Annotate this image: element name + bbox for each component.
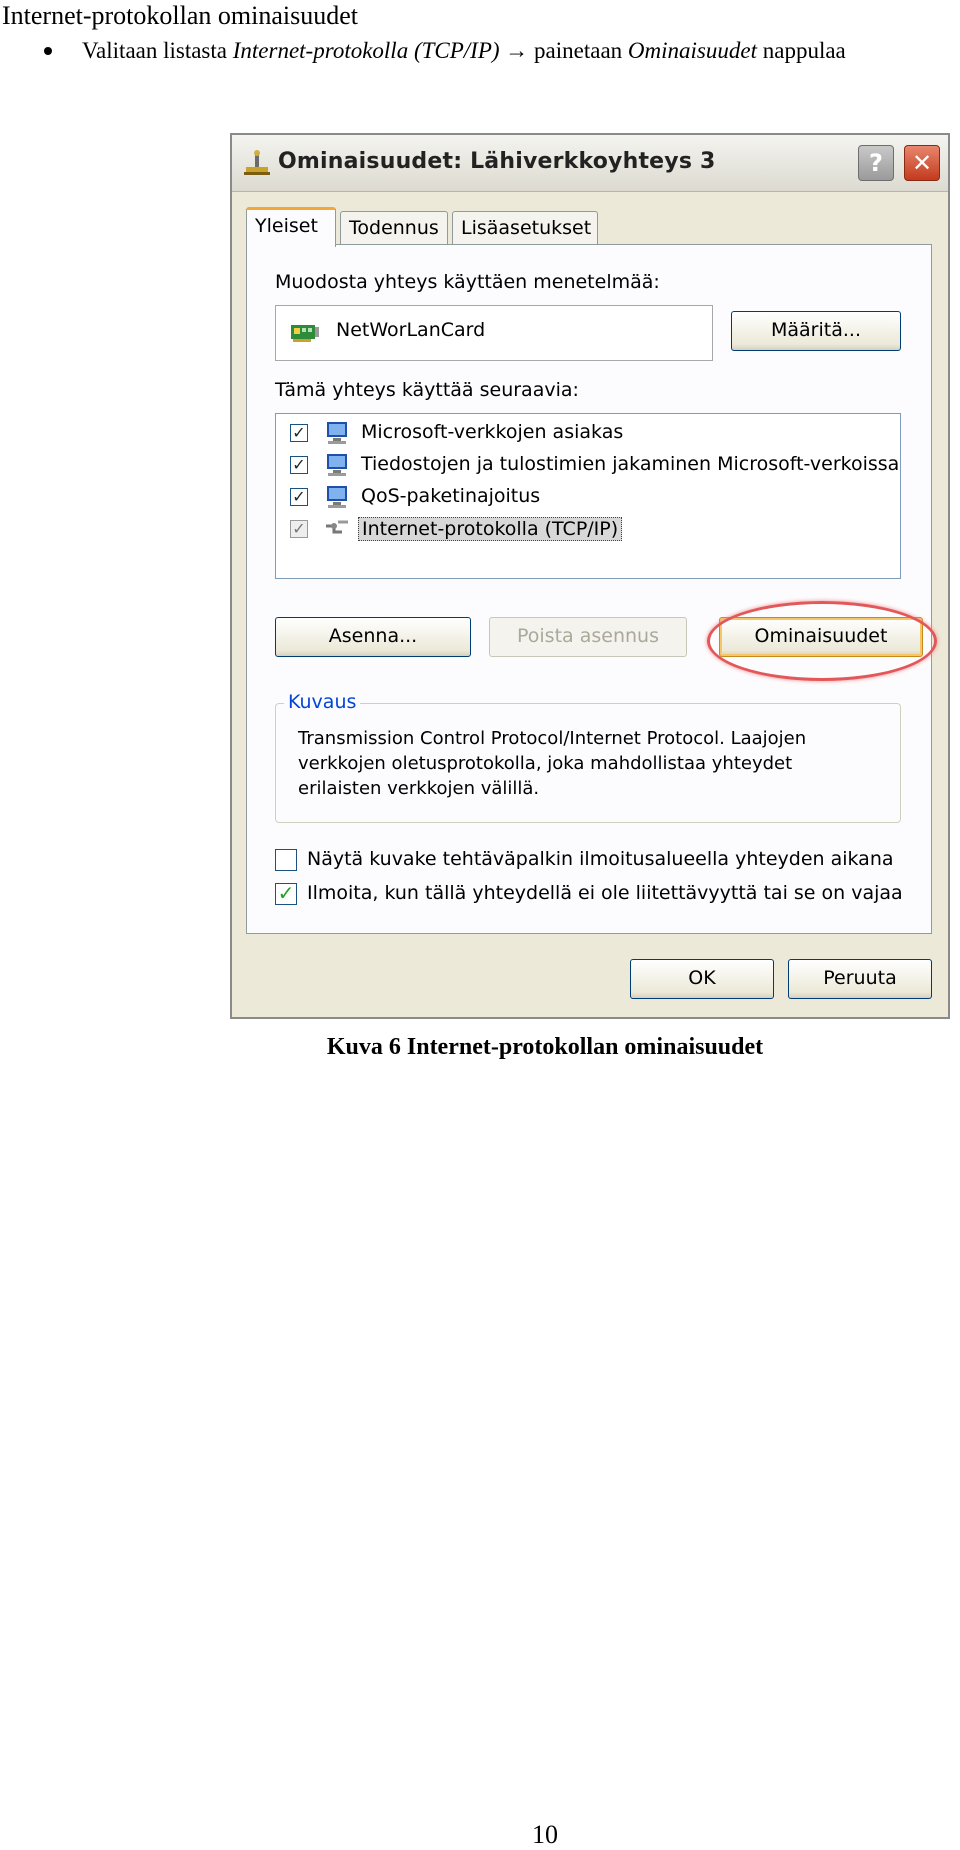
uninstall-button[interactable]: Poista asennus	[489, 617, 687, 657]
dialog-titlebar[interactable]: Ominaisuudet: Lähiverkkoyhteys 3 ? ✕	[232, 135, 948, 192]
ok-button[interactable]: OK	[630, 959, 774, 999]
network-connection-icon	[244, 150, 270, 175]
component-checkbox[interactable]: ✓	[290, 488, 308, 506]
description-text: Transmission Control Protocol/Internet P…	[298, 728, 807, 799]
dialog-title: Ominaisuudet: Lähiverkkoyhteys 3	[278, 149, 716, 174]
notify-option[interactable]: ✓ Ilmoita, kun tällä yhteydellä ei ole l…	[275, 879, 915, 909]
component-checkbox[interactable]: ✓	[290, 520, 308, 538]
cancel-button[interactable]: Peruuta	[788, 959, 932, 999]
instruction-text-2: painetaan	[528, 38, 628, 63]
component-checkbox[interactable]: ✓	[290, 456, 308, 474]
arrow-icon: →	[505, 38, 529, 63]
description-legend: Kuvaus	[284, 691, 361, 713]
connection-properties-dialog: Ominaisuudet: Lähiverkkoyhteys 3 ? ✕ Yle…	[230, 133, 950, 1019]
list-item[interactable]: ✓ Microsoft-verkkojen asiakas	[290, 418, 890, 448]
highlight-ring	[707, 601, 937, 681]
description-group: Kuvaus Transmission Control Protocol/Int…	[275, 691, 901, 823]
component-label: Microsoft-verkkojen asiakas	[361, 421, 624, 443]
computer-icon	[327, 422, 347, 444]
bullet-icon	[44, 46, 52, 55]
tab-authentication[interactable]: Todennus	[340, 211, 448, 245]
computer-icon	[327, 486, 347, 508]
instruction-text-1: Valitaan listasta	[82, 38, 233, 63]
tab-advanced[interactable]: Lisäasetukset	[452, 211, 598, 245]
component-label: Tiedostojen ja tulostimien jakaminen Mic…	[361, 453, 900, 475]
instruction-text-3: nappulaa	[756, 38, 846, 63]
protocol-icon	[326, 520, 348, 534]
component-label: QoS-paketinajoitus	[361, 485, 541, 507]
page-number: 10	[532, 1820, 558, 1849]
show-icon-checkbox[interactable]	[275, 849, 297, 871]
help-button[interactable]: ?	[858, 145, 894, 181]
figure-caption: Kuva 6 Internet-protokollan ominaisuudet	[326, 1034, 764, 1060]
install-button[interactable]: Asenna...	[275, 617, 471, 657]
components-list[interactable]: ✓ Microsoft-verkkojen asiakas ✓ Tiedosto…	[275, 413, 901, 579]
notify-checkbox[interactable]: ✓	[275, 883, 297, 905]
instruction-bullet: Valitaan listasta Internet-protokolla (T…	[44, 36, 846, 66]
network-card-icon	[291, 325, 319, 342]
instruction-italic-properties: Ominaisuudet	[627, 38, 757, 63]
close-button[interactable]: ✕	[904, 145, 940, 181]
computer-icon	[327, 454, 347, 476]
list-item[interactable]: ✓ Internet-protokolla (TCP/IP)	[290, 514, 890, 544]
instruction-italic-protocol: Internet-protokolla (TCP/IP)	[232, 38, 500, 63]
adapter-name: NetWorLanCard	[336, 319, 486, 341]
components-label: Tämä yhteys käyttää seuraavia:	[275, 379, 579, 401]
connect-using-label: Muodosta yhteys käyttäen menetelmää:	[275, 271, 660, 293]
component-label: Internet-protokolla (TCP/IP)	[358, 517, 623, 541]
document-heading: Internet-protokollan ominaisuudet	[2, 1, 358, 30]
notify-label: Ilmoita, kun tällä yhteydellä ei ole lii…	[307, 882, 903, 904]
adapter-field: NetWorLanCard	[275, 305, 713, 361]
show-icon-label: Näytä kuvake tehtäväpalkin ilmoitusaluee…	[307, 848, 894, 870]
list-item[interactable]: ✓ QoS-paketinajoitus	[290, 482, 890, 512]
configure-button[interactable]: Määritä...	[731, 311, 901, 351]
component-checkbox[interactable]: ✓	[290, 424, 308, 442]
list-item[interactable]: ✓ Tiedostojen ja tulostimien jakaminen M…	[290, 450, 899, 480]
show-icon-option[interactable]: Näytä kuvake tehtäväpalkin ilmoitusaluee…	[275, 845, 915, 875]
tab-general[interactable]: Yleiset	[246, 207, 336, 247]
general-tab-panel: Muodosta yhteys käyttäen menetelmää: Net…	[246, 244, 937, 934]
